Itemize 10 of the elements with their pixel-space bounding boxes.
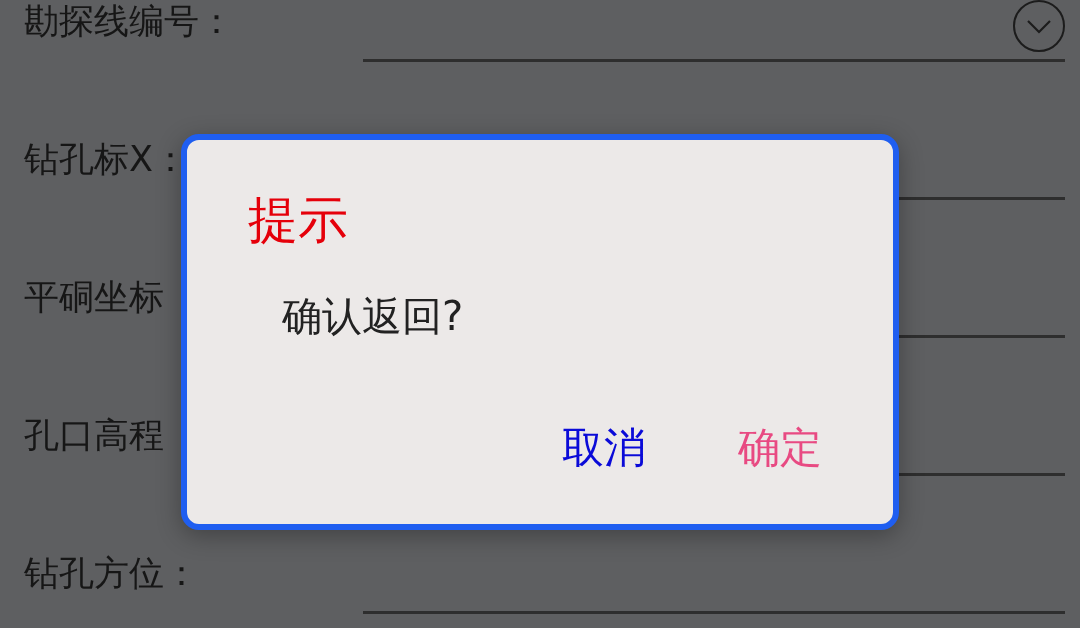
field-label: 平硐坐标 xyxy=(23,276,164,318)
dialog-title: 提示 xyxy=(248,190,348,250)
field-label: 孔口高程 xyxy=(23,414,164,456)
dropdown-field[interactable] xyxy=(363,0,1065,62)
chevron-down-circle-icon[interactable] xyxy=(1013,0,1065,52)
cancel-button[interactable]: 取消 xyxy=(556,423,652,473)
field-label: 钻孔方位： xyxy=(23,552,199,594)
field-label: 勘探线编号： xyxy=(23,0,234,42)
field-label: 钻孔标X： xyxy=(23,138,188,180)
dialog-message: 确认返回? xyxy=(282,292,464,341)
